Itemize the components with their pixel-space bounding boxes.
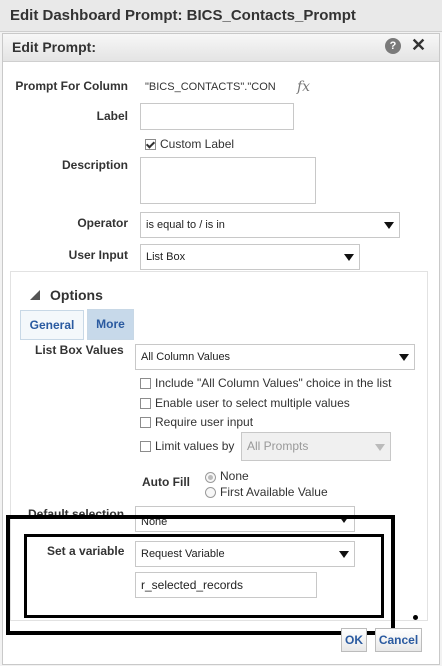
user-input-select[interactable]: List Box	[140, 244, 360, 270]
label-input[interactable]	[140, 103, 294, 130]
limit-values-text: Limit values by	[155, 439, 235, 453]
auto-fill-none-radio[interactable]	[205, 472, 216, 483]
fx-formula-icon[interactable]: fx	[297, 79, 310, 95]
list-box-values-value: All Column Values	[141, 351, 231, 363]
chevron-down-icon	[399, 354, 409, 361]
limit-values-value: All Prompts	[247, 439, 309, 453]
multiple-values-text: Enable user to select multiple values	[155, 396, 350, 410]
set-variable-select[interactable]: Request Variable	[135, 541, 355, 567]
resize-handle[interactable]	[413, 615, 418, 620]
description-label: Description	[61, 158, 128, 172]
multiple-values-checkbox[interactable]	[140, 398, 151, 409]
user-input-value: List Box	[146, 251, 186, 263]
tab-general[interactable]: General	[20, 310, 84, 340]
dialog-header: Edit Prompt: ? ✕	[3, 34, 439, 62]
require-input-text: Require user input	[155, 415, 254, 429]
help-icon[interactable]: ?	[385, 38, 401, 54]
include-all-values-text: Include "All Column Values" choice in th…	[155, 376, 392, 390]
prompt-for-column-value: "BICS_CONTACTS"."CON	[145, 81, 276, 93]
auto-fill-label: Auto Fill	[142, 475, 190, 489]
chevron-down-icon	[344, 254, 354, 261]
set-variable-label: Set a variable	[47, 544, 125, 558]
include-all-values-checkbox[interactable]	[140, 378, 151, 389]
chevron-down-icon	[375, 443, 385, 451]
collapse-triangle-icon[interactable]	[30, 290, 40, 300]
label-field-label: Label	[96, 109, 128, 123]
auto-fill-first-text: First Available Value	[220, 485, 328, 499]
dialog-title: Edit Prompt:	[12, 39, 96, 55]
auto-fill-first-radio[interactable]	[205, 487, 216, 498]
chevron-down-icon	[384, 222, 394, 229]
operator-value: is equal to / is in	[146, 219, 225, 231]
custom-label-text: Custom Label	[160, 137, 235, 151]
limit-values-checkbox[interactable]	[140, 441, 151, 452]
custom-label-checkbox[interactable]	[145, 139, 156, 150]
options-title: Options	[50, 287, 103, 303]
variable-name-input[interactable]: r_selected_records	[135, 572, 317, 598]
prompt-for-column-label: Prompt For Column	[15, 79, 128, 93]
operator-select[interactable]: is equal to / is in	[140, 212, 400, 238]
operator-label: Operator	[77, 216, 128, 230]
auto-fill-none-text: None	[220, 469, 249, 483]
close-icon[interactable]: ✕	[411, 35, 426, 56]
set-variable-value: Request Variable	[141, 548, 225, 560]
require-input-checkbox[interactable]	[140, 417, 151, 428]
user-input-label: User Input	[68, 248, 128, 262]
limit-values-select[interactable]: All Prompts	[241, 432, 391, 461]
ok-button[interactable]: OK	[341, 628, 367, 652]
list-box-values-label: List Box Values	[35, 343, 124, 357]
chevron-down-icon	[339, 551, 349, 558]
tab-more[interactable]: More	[87, 309, 134, 340]
cancel-button[interactable]: Cancel	[375, 628, 422, 652]
window-title: Edit Dashboard Prompt: BICS_Contacts_Pro…	[0, 0, 442, 32]
description-textarea[interactable]	[140, 157, 316, 204]
list-box-values-select[interactable]: All Column Values	[135, 344, 415, 370]
